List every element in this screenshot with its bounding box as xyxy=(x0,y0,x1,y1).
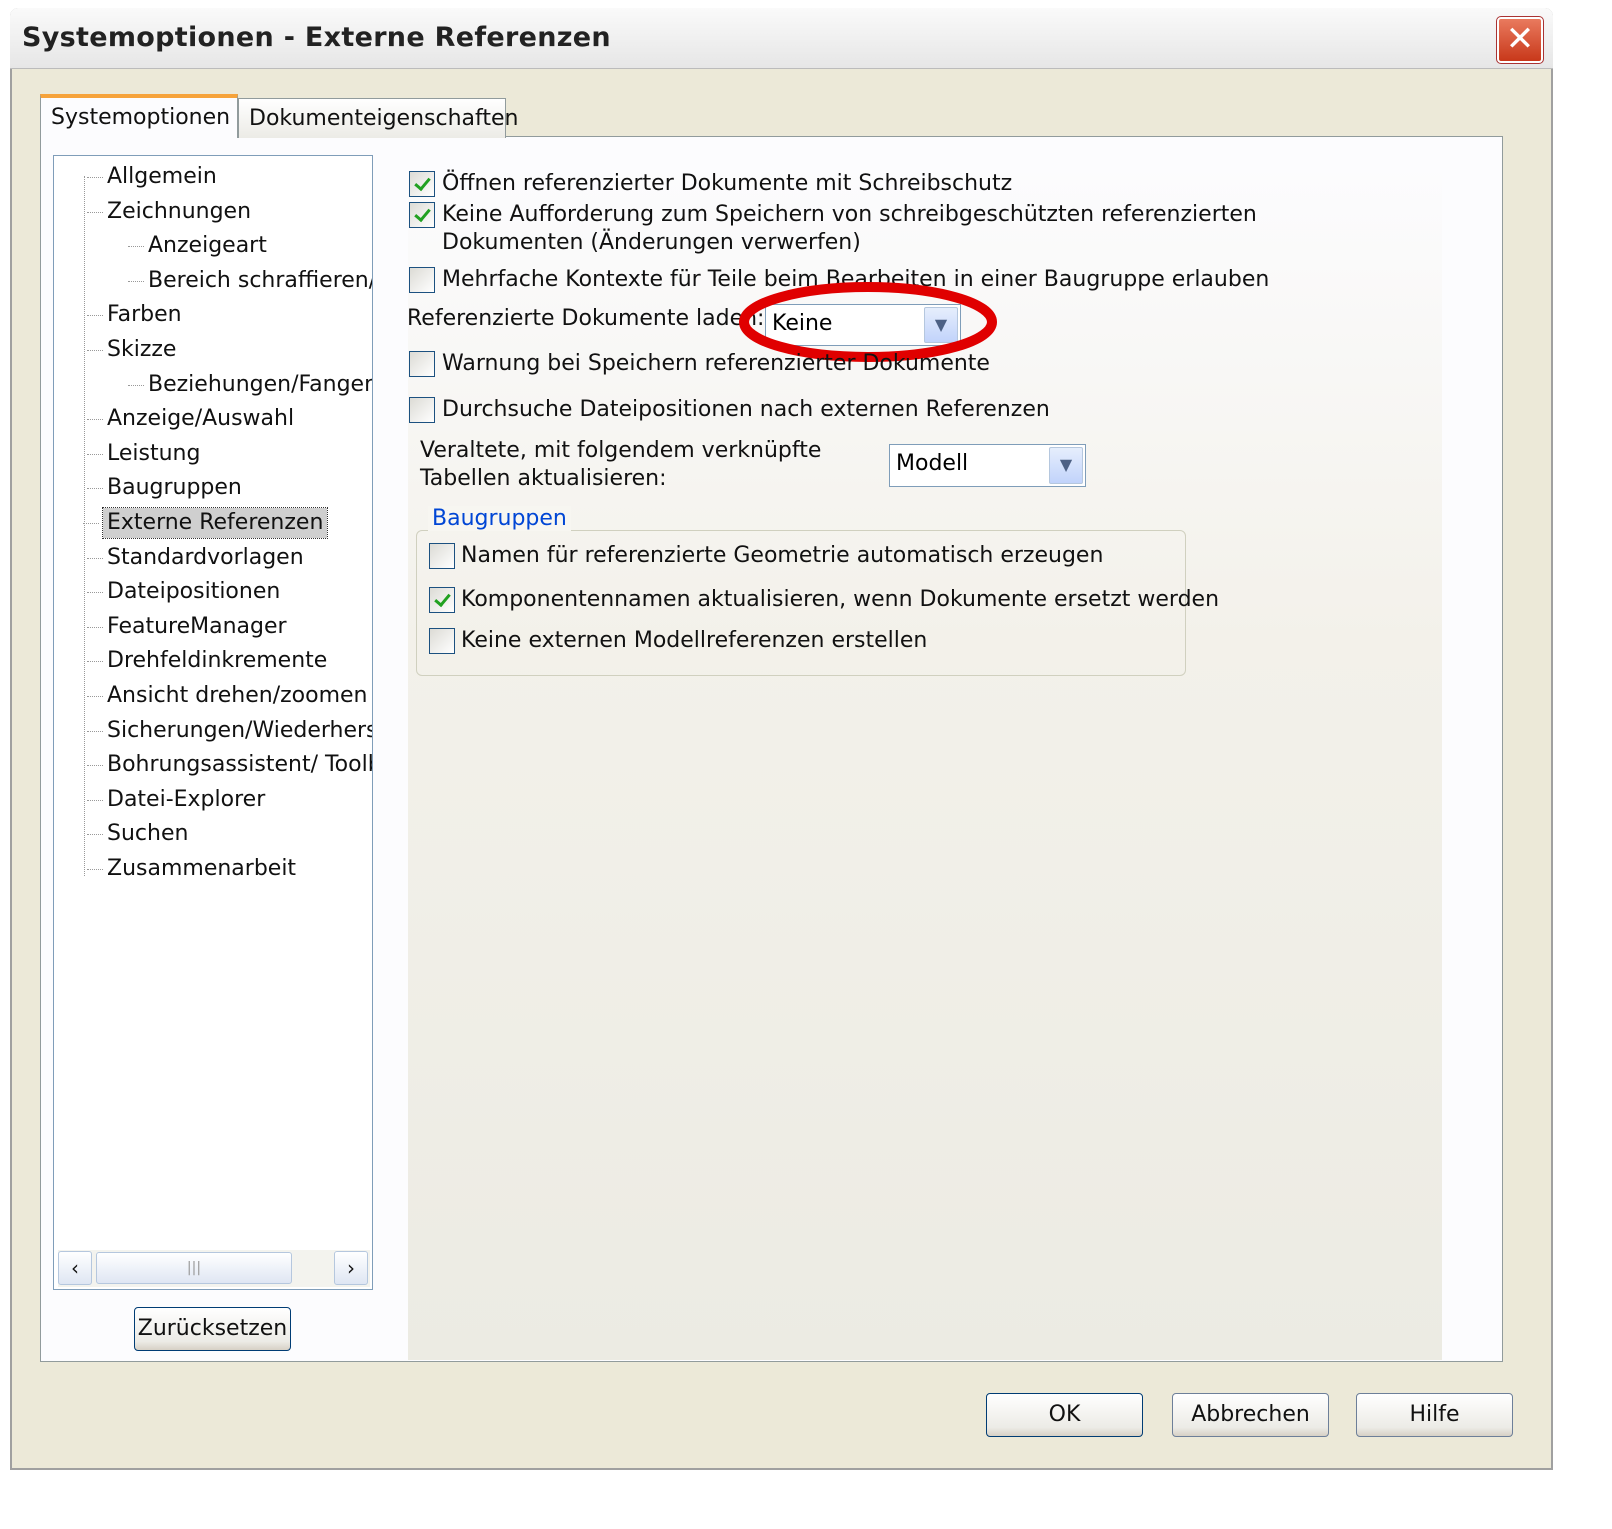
no-prompt-checkbox[interactable] xyxy=(409,202,435,228)
scroll-left-button[interactable]: ‹ xyxy=(58,1251,92,1285)
window-title: Systemoptionen - Externe Referenzen xyxy=(22,22,611,53)
tree-item[interactable]: Skizze xyxy=(86,335,176,365)
tree-item[interactable]: Ansicht drehen/zoomen xyxy=(87,681,368,711)
search-paths-checkbox[interactable] xyxy=(409,397,435,423)
close-button[interactable]: ✕ xyxy=(1496,16,1544,64)
tree-item[interactable]: Farben xyxy=(87,300,182,330)
tree-item[interactable]: Externe Referenzen xyxy=(82,507,329,539)
no-prompt-label: Keine Aufforderung zum Speichern von sch… xyxy=(442,202,1257,227)
chevron-right-icon: › xyxy=(347,1256,355,1280)
search-paths-label: Durchsuche Dateipositionen nach externen… xyxy=(442,397,1050,422)
tree-item[interactable]: FeatureManager xyxy=(87,612,287,642)
options-tree: Allgemein Zeichnungen Anzeigeart Bereich sc… xyxy=(53,155,373,1290)
tree-item[interactable]: Drehfeldinkremente xyxy=(86,646,327,676)
tree-item[interactable]: Dateipositionen xyxy=(86,577,280,607)
tree-item[interactable]: Allgemein xyxy=(87,162,217,192)
tree-item[interactable]: Anzeige/Auswahl xyxy=(86,404,294,434)
tree-item[interactable]: Anzeigeart xyxy=(128,231,267,261)
update-component-names-label: Komponentennamen aktualisieren, wenn Dok… xyxy=(461,587,1220,612)
tree-item[interactable]: Bohrungsassistent/ Toolb xyxy=(87,750,372,780)
cancel-button[interactable]: Abbrechen xyxy=(1172,1393,1329,1437)
no-external-refs-checkbox[interactable] xyxy=(429,628,455,654)
tree-item[interactable]: Beziehungen/Fangen xyxy=(127,370,372,400)
warn-save-label: Warnung bei Speichern referenzierter Dok… xyxy=(442,351,990,376)
load-docs-label: Referenzierte Dokumente laden: xyxy=(407,306,765,331)
no-external-refs-label: Keine externen Modellreferenzen erstelle… xyxy=(461,628,928,653)
update-component-names-checkbox[interactable] xyxy=(429,587,455,613)
auto-names-label: Namen für referenzierte Geometrie automa… xyxy=(461,543,1104,568)
update-tables-value: Modell xyxy=(896,451,969,476)
warn-save-checkbox[interactable] xyxy=(409,351,435,377)
tab-dokumenteigenschaften[interactable]: Dokumenteigenschaften xyxy=(238,98,518,138)
no-prompt-label-line2: Dokumenten (Änderungen verwerfen) xyxy=(442,230,861,255)
open-readonly-checkbox[interactable] xyxy=(409,171,435,197)
auto-names-checkbox[interactable] xyxy=(429,543,455,569)
tree-item[interactable]: Leistung xyxy=(86,439,200,469)
close-icon: ✕ xyxy=(1505,19,1535,59)
chevron-down-icon[interactable]: ▼ xyxy=(1049,447,1083,484)
update-tables-label: Veraltete, mit folgendem verknüpfte xyxy=(420,438,822,463)
scroll-thumb[interactable]: ||| xyxy=(96,1252,292,1284)
update-tables-label-line2: Tabellen aktualisieren: xyxy=(420,466,667,491)
tab-systemoptionen[interactable]: Systemoptionen xyxy=(40,94,238,138)
group-title: Baugruppen xyxy=(428,506,571,531)
tree-line xyxy=(84,176,85,876)
tree-item[interactable]: Bereich schraffieren/f xyxy=(128,266,372,296)
tree-item[interactable]: Datei-Explorer xyxy=(86,785,265,815)
tree-item[interactable]: Suchen xyxy=(86,819,188,849)
help-button[interactable]: Hilfe xyxy=(1356,1393,1513,1437)
ok-button[interactable]: OK xyxy=(986,1393,1143,1437)
tree-item[interactable]: Sicherungen/Wiederherst xyxy=(86,716,372,746)
tree-item[interactable]: Zeichnungen xyxy=(86,197,251,227)
multi-context-checkbox[interactable] xyxy=(409,267,435,293)
open-readonly-label: Öffnen referenzierter Dokumente mit Schr… xyxy=(442,171,1013,196)
tree-item[interactable]: Baugruppen xyxy=(87,473,242,503)
chevron-left-icon: ‹ xyxy=(71,1256,79,1280)
tree-item[interactable]: Standardvorlagen xyxy=(87,543,304,573)
scroll-right-button[interactable]: › xyxy=(334,1251,368,1285)
reset-button[interactable]: Zurücksetzen xyxy=(134,1307,291,1351)
tree-item[interactable]: Zusammenarbeit xyxy=(86,854,296,884)
horizontal-scrollbar[interactable]: ‹ ||| › xyxy=(58,1250,370,1287)
update-tables-select[interactable]: Modell ▼ xyxy=(889,444,1086,487)
